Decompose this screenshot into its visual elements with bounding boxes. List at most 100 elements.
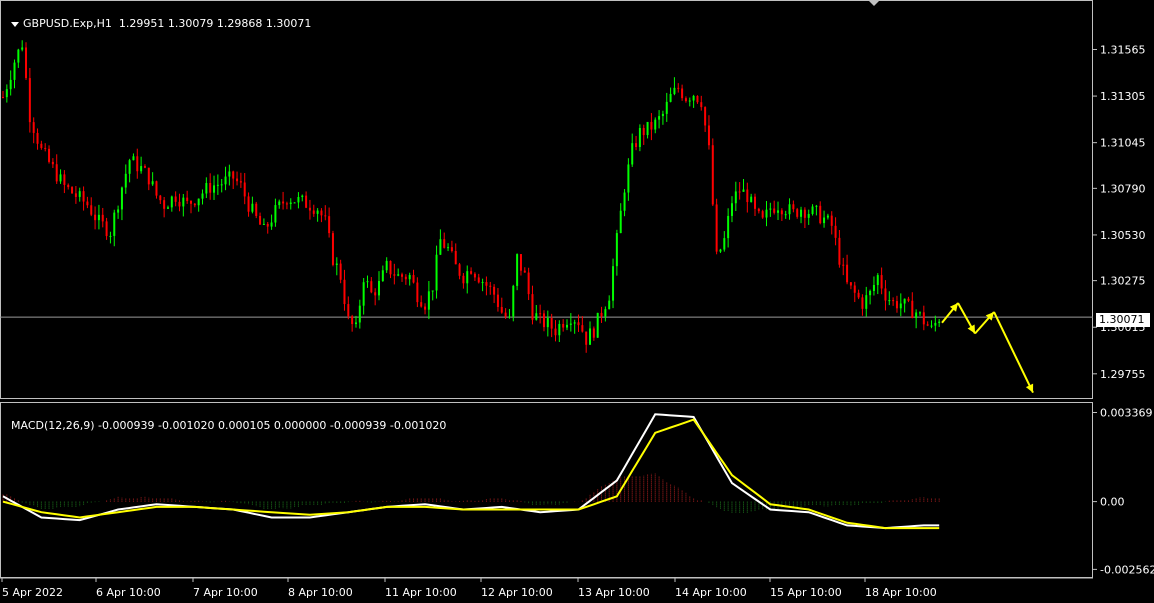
candle-body	[876, 275, 879, 286]
candle-body	[857, 292, 860, 298]
candle-body	[128, 160, 131, 174]
candle-body	[834, 225, 837, 238]
candle-body	[811, 206, 814, 214]
candle-body	[892, 300, 895, 302]
candle-body	[232, 171, 235, 179]
candle-body	[216, 184, 219, 186]
candle-body	[750, 196, 753, 203]
candle-body	[899, 303, 902, 309]
candle-body	[439, 239, 442, 255]
candle-body	[412, 275, 415, 283]
candle-body	[688, 100, 691, 102]
candle-body	[335, 263, 338, 265]
candle-body	[247, 196, 250, 212]
candle-body	[55, 164, 58, 182]
candle-body	[224, 176, 227, 185]
candle-body	[381, 270, 384, 282]
candle-body	[504, 312, 507, 317]
candle-body	[389, 260, 392, 275]
candle-body	[838, 237, 841, 265]
candle-body	[508, 316, 511, 318]
candle-body	[420, 302, 423, 307]
candle-body	[316, 210, 319, 214]
candle-body	[278, 201, 281, 206]
candle-body	[197, 198, 200, 206]
candle-body	[500, 306, 503, 313]
candle-body	[13, 62, 16, 80]
candle-body	[408, 275, 411, 280]
candle-body	[236, 178, 239, 182]
candle-body	[907, 298, 910, 301]
candle-body	[209, 182, 212, 193]
candle-body	[25, 47, 28, 79]
candle-body	[450, 247, 453, 251]
candle-body	[604, 309, 607, 317]
candle-body	[715, 204, 718, 252]
candle-body	[542, 313, 545, 328]
candle-body	[635, 143, 638, 147]
candle-body	[777, 210, 780, 213]
candle-body	[470, 271, 473, 274]
macd-tick-label: 0.003369	[1100, 406, 1153, 419]
candle-body	[454, 250, 457, 265]
candle-body	[113, 212, 116, 236]
candle-body	[535, 313, 538, 320]
candle-body	[554, 328, 557, 336]
candle-body	[681, 88, 684, 99]
candle-body	[201, 193, 204, 199]
time-axis: 5 Apr 2022 6 Apr 10:00 7 Apr 10:00 8 Apr 10…	[1, 578, 937, 599]
candle-body	[74, 193, 77, 197]
candle-body	[477, 277, 480, 283]
candle-body	[669, 93, 672, 102]
candle-body	[354, 322, 357, 325]
candle-body	[658, 116, 661, 120]
candle-body	[861, 297, 864, 309]
candle-body	[297, 197, 300, 203]
candle-body	[826, 215, 829, 218]
candle-body	[331, 233, 334, 265]
candle-body	[120, 187, 123, 210]
candle-body	[462, 275, 465, 284]
candle-body	[105, 221, 108, 237]
candle-body	[63, 174, 66, 185]
candle-body	[178, 201, 181, 207]
candle-body	[788, 204, 791, 215]
candle-body	[757, 208, 760, 212]
candle-body	[815, 205, 818, 207]
shift-marker-icon[interactable]	[868, 0, 880, 6]
candle-body	[773, 208, 776, 213]
candle-body	[738, 191, 741, 193]
price-tick-label: 1.30530	[1100, 229, 1146, 242]
candle-body	[266, 223, 269, 227]
candle-body	[366, 281, 369, 283]
candle-body	[170, 196, 173, 208]
candle-body	[285, 203, 288, 205]
candle-body	[481, 282, 484, 284]
candle-body	[44, 147, 47, 149]
candle-body	[485, 282, 488, 286]
candle-body	[401, 274, 404, 277]
candle-body	[869, 290, 872, 296]
candle-body	[378, 281, 380, 296]
candle-body	[86, 201, 89, 206]
candle-body	[918, 312, 921, 314]
candle-body	[109, 235, 112, 237]
time-tick-label: 14 Apr 10:00	[675, 586, 747, 599]
candle-body	[930, 325, 933, 327]
menu-triangle-icon[interactable]	[11, 21, 19, 27]
candle-body	[328, 216, 331, 234]
candle-body	[638, 128, 641, 147]
candle-body	[872, 285, 875, 291]
candle-body	[761, 211, 764, 218]
candle-body	[807, 213, 810, 218]
macd-values: -0.000939 -0.001020 0.000105 0.000000 -0…	[98, 419, 447, 432]
candle-body	[489, 285, 492, 287]
candle-body	[915, 312, 918, 319]
candle-body	[67, 184, 70, 188]
candle-body	[289, 202, 292, 205]
candle-body	[884, 288, 887, 301]
candle-body	[17, 49, 20, 63]
price-tick-label: 1.31305	[1100, 90, 1146, 103]
candle-body	[619, 210, 622, 234]
candle-body	[90, 205, 93, 215]
